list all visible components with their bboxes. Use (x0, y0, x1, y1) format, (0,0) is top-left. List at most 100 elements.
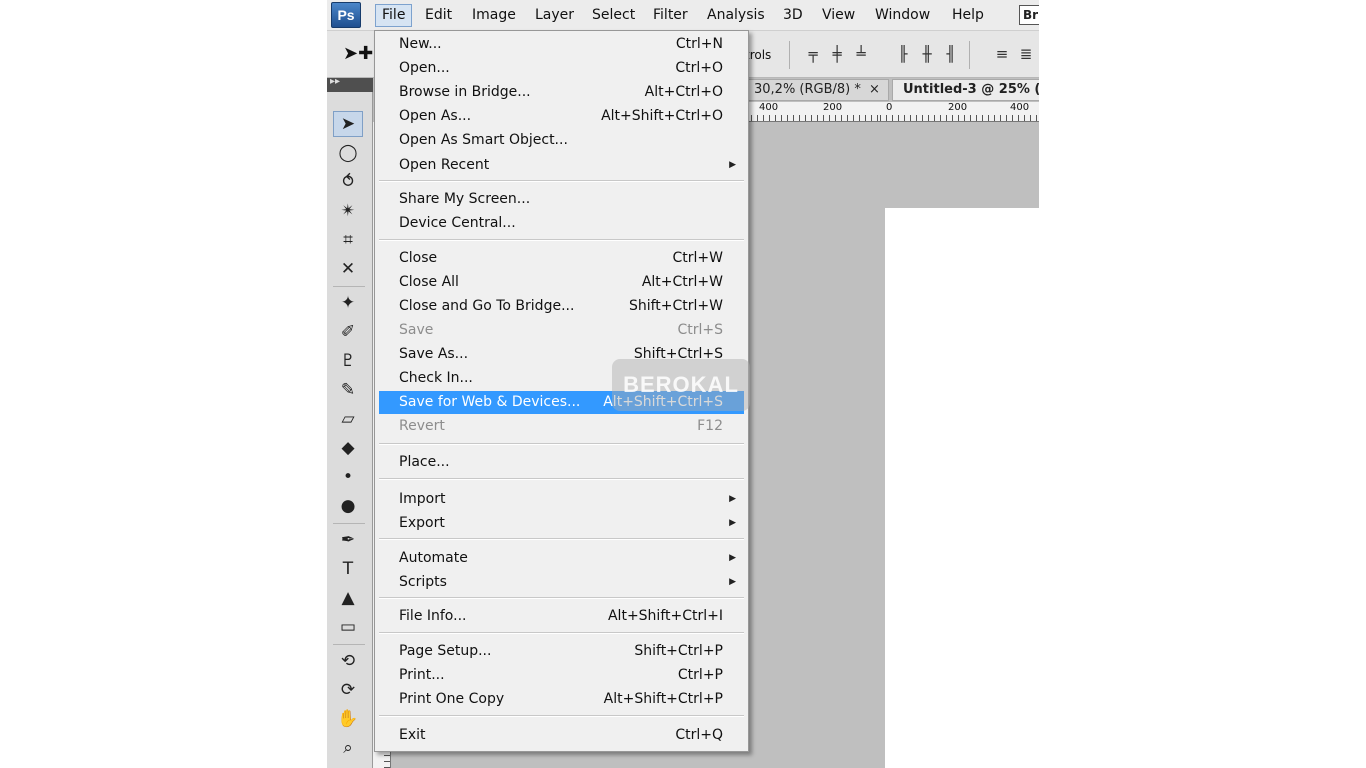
menu-separator (379, 538, 744, 540)
menu-item-close[interactable]: Close Ctrl+W (379, 247, 744, 270)
tools-divider (333, 523, 365, 524)
options-divider (969, 41, 970, 69)
menu-item-scripts[interactable]: Scripts ▶ (379, 571, 744, 594)
distribute-vertical-icon[interactable]: ≣ (1015, 44, 1037, 64)
horizontal-ruler: 400 200 (745, 102, 880, 122)
menu-separator (379, 443, 744, 445)
document-tab[interactable]: 30,2% (RGB/8) * (745, 79, 889, 101)
menu-separator (379, 239, 744, 241)
menu-item-open-as[interactable]: Open As... Alt+Shift+Ctrl+O (379, 105, 744, 128)
menu-item-place[interactable]: Place... (379, 451, 744, 474)
move-tool-icon[interactable]: ➤ (333, 111, 363, 137)
menu-separator (379, 715, 744, 717)
menu-item-file-info[interactable]: File Info... Alt+Shift+Ctrl+I (379, 605, 744, 628)
menu-item-export[interactable]: Export ▶ (379, 512, 744, 535)
options-divider (789, 41, 790, 69)
menu-analysis[interactable]: Analysis (701, 4, 771, 27)
align-left-edges-icon[interactable]: ╟ (892, 44, 914, 64)
collapse-panel-icon[interactable]: ▸▸ (330, 76, 340, 87)
menu-item-print-one-copy[interactable]: Print One Copy Alt+Shift+Ctrl+P (379, 688, 744, 711)
menu-separator (379, 597, 744, 599)
menu-separator (379, 632, 744, 634)
menu-item-page-setup[interactable]: Page Setup... Shift+Ctrl+P (379, 640, 744, 663)
type-icon[interactable]: T (333, 556, 363, 582)
ruler-label: 400 (759, 102, 779, 113)
menu-item-share-my-screen[interactable]: Share My Screen... (379, 188, 744, 211)
menu-help[interactable]: Help (946, 4, 990, 27)
align-right-edges-icon[interactable]: ╢ (940, 44, 962, 64)
crop-icon[interactable]: ⌗ (333, 227, 363, 253)
eraser-icon[interactable]: ▱ (333, 406, 363, 432)
menu-item-exit[interactable]: Exit Ctrl+Q (379, 724, 744, 747)
photoshop-logo: Ps (331, 2, 361, 28)
menu-item-revert: Revert F12 (399, 418, 723, 434)
horizontal-ruler-right: 0 200 400 (880, 102, 1039, 122)
hand-icon[interactable]: ✋ (333, 706, 363, 732)
document-tab-untitled-3[interactable]: Untitled-3 @ 25% (RGB (892, 79, 1039, 101)
rectangle-icon[interactable]: ▭ (333, 614, 363, 640)
document-canvas[interactable] (885, 208, 1039, 768)
align-horizontal-centers-icon[interactable]: ╫ (916, 44, 938, 64)
blur-icon[interactable]: • (333, 464, 363, 490)
submenu-arrow-icon: ▶ (729, 494, 736, 504)
close-tab-icon[interactable]: × (869, 79, 887, 101)
align-vertical-centers-icon[interactable]: ╪ (826, 44, 848, 64)
ruler-label: 0 (886, 102, 893, 113)
path-selection-icon[interactable]: ▲ (333, 585, 363, 611)
menu-item-new[interactable]: New... Ctrl+N (379, 33, 744, 56)
watermark: BEROKAL (612, 359, 750, 411)
eyedropper-icon[interactable]: ✕ (333, 256, 363, 282)
menu-item-import[interactable]: Import ▶ (379, 488, 744, 511)
menu-separator (379, 478, 744, 480)
distribute-top-icon[interactable]: ≡ (991, 44, 1013, 64)
tools-panel-header[interactable]: ▸▸ (327, 76, 373, 92)
menu-item-open-as-smart-object[interactable]: Open As Smart Object... (379, 129, 744, 152)
history-brush-icon[interactable]: ✎ (333, 377, 363, 403)
3d-orbit-icon[interactable]: ⟳ (333, 677, 363, 703)
menu-select[interactable]: Select (586, 4, 641, 27)
menu-separator (379, 180, 744, 182)
menu-item-device-central[interactable]: Device Central... (379, 212, 744, 235)
menu-window[interactable]: Window (869, 4, 936, 27)
tools-divider (333, 644, 365, 645)
menu-image[interactable]: Image (466, 4, 522, 27)
pen-icon[interactable]: ✒ (333, 527, 363, 553)
menu-layer[interactable]: Layer (529, 4, 580, 27)
3d-rotate-icon[interactable]: ⟲ (333, 648, 363, 674)
tools-divider (333, 286, 365, 287)
dodge-icon[interactable]: ● (333, 493, 363, 519)
magic-wand-icon[interactable]: ✴ (333, 198, 363, 224)
submenu-arrow-icon: ▶ (729, 518, 736, 528)
bridge-launch-button[interactable]: Br (1019, 5, 1039, 25)
menu-filter[interactable]: Filter (647, 4, 694, 27)
submenu-arrow-icon: ▶ (729, 577, 736, 587)
menu-view[interactable]: View (816, 4, 861, 27)
menu-item-close-and-go-to-bridge[interactable]: Close and Go To Bridge... Shift+Ctrl+W (379, 295, 744, 318)
menu-item-automate[interactable]: Automate ▶ (379, 547, 744, 570)
healing-brush-icon[interactable]: ✦ (333, 290, 363, 316)
elliptical-marquee-icon[interactable]: ◯ (333, 140, 363, 166)
ruler-label: 200 (823, 102, 843, 113)
submenu-arrow-icon: ▶ (729, 160, 736, 170)
align-bottom-edges-icon[interactable]: ╧ (850, 44, 872, 64)
ruler-label: 400 (1010, 102, 1030, 113)
menu-item-open[interactable]: Open... Ctrl+O (379, 57, 744, 80)
submenu-arrow-icon: ▶ (729, 553, 736, 563)
zoom-icon[interactable]: ⌕ (333, 735, 363, 761)
menu-3d[interactable]: 3D (777, 4, 809, 27)
menu-item-print[interactable]: Print... Ctrl+P (379, 664, 744, 687)
paint-bucket-icon[interactable]: ◆ (333, 435, 363, 461)
menu-edit[interactable]: Edit (419, 4, 458, 27)
menu-bar: Ps File Edit Image Layer Select Filter A… (327, 0, 1039, 31)
move-tool-preset-icon[interactable]: ➤✚ (343, 43, 373, 64)
menu-item-browse-in-bridge[interactable]: Browse in Bridge... Alt+Ctrl+O (379, 81, 744, 104)
tools-panel: ➤ ◯ ⥀ ✴ ⌗ ✕ ✦ ✐ ♇ ✎ ▱ ◆ • ● ✒ T ▲ ▭ ⟲ ⟳ … (327, 92, 373, 768)
menu-item-save: Save Ctrl+S (399, 322, 723, 338)
clone-stamp-icon[interactable]: ♇ (333, 348, 363, 374)
menu-item-open-recent[interactable]: Open Recent ▶ (379, 154, 744, 177)
menu-file[interactable]: File (375, 4, 413, 27)
align-top-edges-icon[interactable]: ╤ (802, 44, 824, 64)
lasso-icon[interactable]: ⥀ (333, 169, 363, 195)
menu-item-close-all[interactable]: Close All Alt+Ctrl+W (379, 271, 744, 294)
brush-icon[interactable]: ✐ (333, 319, 363, 345)
